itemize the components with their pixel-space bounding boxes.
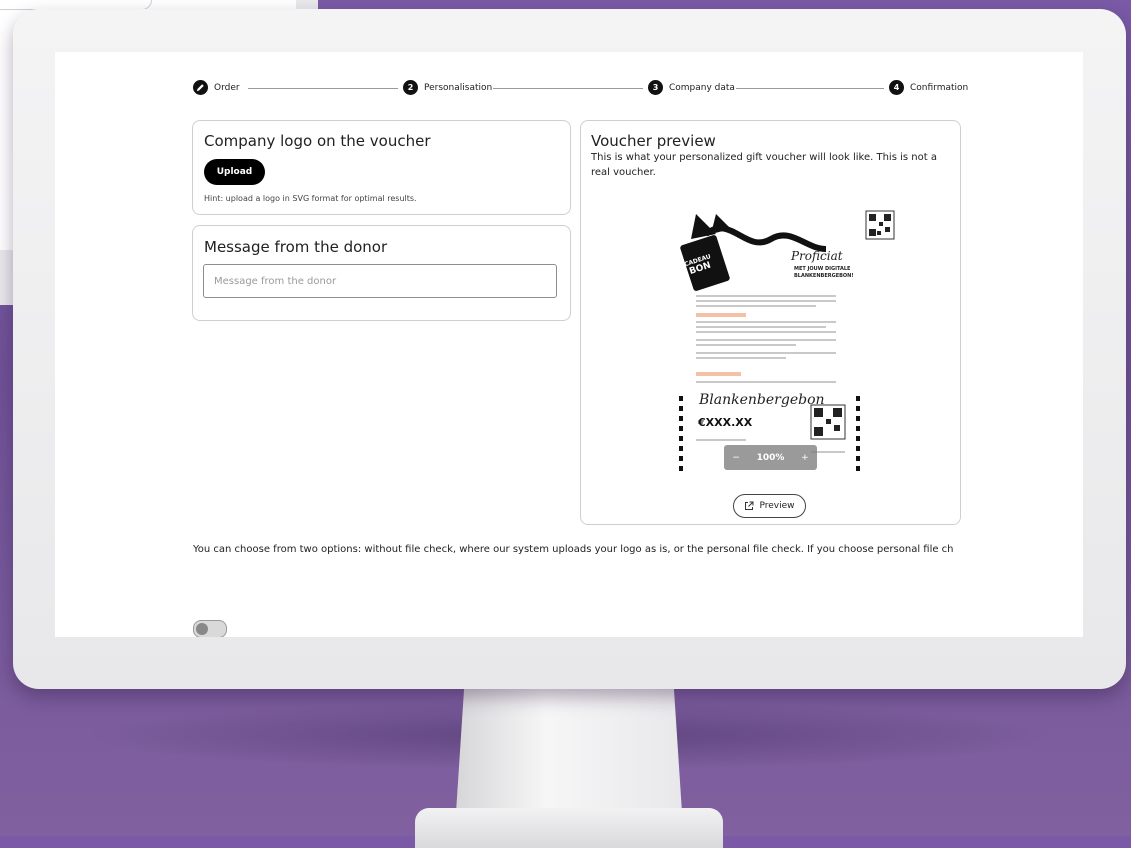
- zoom-control: − 100% +: [724, 445, 817, 470]
- step-order[interactable]: Order: [193, 80, 240, 95]
- voucher-greeting: Proficiat: [791, 249, 843, 263]
- preview-button[interactable]: Preview: [733, 494, 806, 518]
- step-label: Company data: [669, 82, 735, 93]
- step-label: Confirmation: [910, 82, 969, 93]
- step-label: Personalisation: [424, 82, 493, 93]
- zoom-out-button[interactable]: −: [732, 453, 740, 463]
- monitor-stand-base: [415, 808, 723, 848]
- preview-button-label: Preview: [759, 501, 795, 511]
- voucher-amount: €XXX.XX: [698, 416, 753, 429]
- voucher-headline: MET JOUW DIGITALE BLANKENBERGEBON!: [794, 266, 854, 280]
- step-divider: [493, 88, 643, 89]
- step-divider: [248, 88, 398, 89]
- voucher-headline-line1: MET JOUW DIGITALE: [794, 266, 851, 272]
- logo-card-title: Company logo on the voucher: [204, 132, 431, 150]
- checkout-stepper: Order 2 Personalisation 3 Company data 4…: [193, 80, 968, 100]
- voucher-image: CADEAU BON Proficiat MET JOUW DIGITALE B…: [676, 209, 901, 474]
- zoom-in-button[interactable]: +: [801, 453, 809, 463]
- zoom-level: 100%: [756, 452, 785, 463]
- preview-title: Voucher preview: [591, 132, 716, 150]
- upload-button[interactable]: Upload: [204, 159, 265, 185]
- logo-card: Company logo on the voucher Upload Hint:…: [192, 120, 571, 215]
- step-confirmation[interactable]: 4 Confirmation: [889, 80, 968, 95]
- voucher-artwork: [679, 210, 895, 471]
- voucher-preview-card: Voucher preview This is what your person…: [580, 120, 961, 525]
- step-number: 4: [889, 80, 904, 95]
- step-number: 3: [648, 80, 663, 95]
- message-card: Message from the donor: [192, 225, 571, 321]
- monitor: Order 2 Personalisation 3 Company data 4…: [13, 9, 1126, 689]
- upload-hint: Hint: upload a logo in SVG format for op…: [204, 194, 417, 203]
- step-number: 2: [403, 80, 418, 95]
- file-check-toggle[interactable]: [193, 620, 227, 637]
- step-label: Order: [214, 82, 240, 93]
- message-card-title: Message from the donor: [204, 238, 388, 256]
- screen: Order 2 Personalisation 3 Company data 4…: [55, 52, 1083, 637]
- step-divider: [736, 88, 884, 89]
- step-company-data[interactable]: 3 Company data: [648, 80, 735, 95]
- monitor-stand: [455, 688, 683, 828]
- file-check-description: You can choose from two options: without…: [193, 544, 953, 555]
- voucher-brand: Blankenbergebon: [699, 392, 825, 408]
- external-link-icon: [745, 501, 754, 510]
- donor-message-input[interactable]: [203, 264, 557, 298]
- step-personalisation[interactable]: 2 Personalisation: [403, 80, 492, 95]
- preview-subtitle: This is what your personalized gift vouc…: [591, 152, 937, 178]
- voucher-headline-line2: BLANKENBERGEBON!: [794, 273, 854, 279]
- pencil-icon: [193, 80, 208, 95]
